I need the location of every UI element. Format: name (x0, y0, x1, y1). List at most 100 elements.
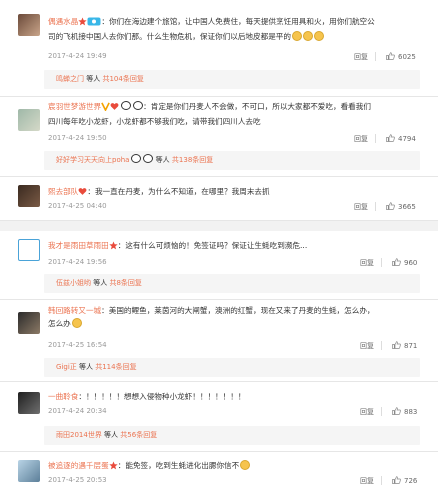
thumbs-up-icon (386, 52, 395, 60)
like-count: 883 (404, 408, 418, 416)
comment-body-line: ：！！！！！想想入侵物种小龙虾！！！！！！！ (78, 392, 246, 401)
comment-card: 被追逐的遇千层蛋 ：能免签，吃到生蚝进化出腮你信不 2017-4-25 20:53… (0, 452, 438, 500)
username-link[interactable]: 熙去部队 (48, 187, 78, 196)
heart-badge-icon (110, 102, 119, 116)
reply-button[interactable]: 回复 (354, 202, 368, 212)
reply-mid-text: 等人 (101, 431, 121, 439)
reply-summary[interactable]: 雨田2014世界 等人 共56条回复 (44, 426, 420, 445)
comment-body-line: ：能免签，吃到生蚝进化出腮你信不 (117, 461, 240, 470)
username-link[interactable]: 韩回路转又一城 (48, 306, 101, 315)
comment-body-line: ：肯定是你们丹麦人不会做，不可口，所以大家都不爱吃，看看我们 (143, 102, 371, 111)
comment-text: 偶遇水晶 ：你们在海边建个旅馆，让中国人免费住，每天提供烹饪用具和火，用你们航空公… (48, 16, 420, 43)
reply-count-link[interactable]: 共104条回复 (102, 75, 143, 83)
reply-summary[interactable]: Gigi正 等人 共114条回复 (44, 358, 420, 377)
reply-button[interactable]: 回复 (354, 52, 368, 62)
sunglasses-emoji-icon (240, 460, 251, 470)
section-gap (0, 221, 438, 231)
comment-text: 熙去部队 ：我一直在丹麦，为什么不知道，在哪里？我周末去抓 (48, 186, 420, 201)
comment-text: 韩回路转又一城：美国的鲤鱼，莱茵河的大闸蟹，澳洲的红蟹，现在又来了丹麦的生蚝，怎… (48, 305, 420, 330)
like-button[interactable]: 3665 (386, 202, 416, 211)
comment-body-line: 司的飞机接中国人去你们那。什么生物危机，保证你们以后地皮都是平的 (48, 31, 291, 41)
like-button[interactable]: 6025 (386, 52, 416, 61)
reply-summary[interactable]: 伍兹小姐哟 等人 共8条回复 (44, 274, 420, 293)
reply-user-link[interactable]: 鸣蝉之门 (56, 75, 84, 83)
comment-time: 2017-4-24 19:50 (48, 134, 107, 142)
divider (375, 134, 376, 143)
panda-emoji-icon (143, 154, 154, 163)
like-count: 871 (404, 342, 418, 350)
divider (381, 407, 382, 416)
comment-body-line: 怎么办 (48, 318, 71, 328)
thumbs-up-icon (386, 134, 395, 142)
reply-button[interactable]: 回复 (360, 258, 374, 268)
comment-time: 2017-4-25 20:53 (48, 476, 107, 484)
panda-emoji-icon (133, 101, 144, 110)
comment-card: 一曲聆食：！！！！！想想入侵物种小龙虾！！！！！！！ 2017-4-24 20:… (0, 382, 438, 452)
reply-user-link[interactable]: 好好学习天天向上poha (56, 156, 129, 164)
panda-emoji-icon (131, 154, 142, 163)
username-link[interactable]: 我才是雨田草雨田 (48, 241, 109, 250)
like-button[interactable]: 960 (392, 258, 417, 267)
thumbs-up-icon (392, 258, 401, 266)
reply-mid-text: 等人 (153, 156, 172, 164)
comment-text: 一曲聆食：！！！！！想想入侵物种小龙虾！！！！！！！ (48, 391, 420, 404)
thumbs-up-icon (392, 341, 401, 349)
username-link[interactable]: 宸羽世梦游世界 (48, 102, 101, 111)
avatar[interactable] (18, 392, 40, 414)
reply-user-link[interactable]: Gigi正 (56, 363, 77, 371)
comment-text: 被追逐的遇千层蛋 ：能免签，吃到生蚝进化出腮你信不 (48, 460, 420, 475)
username-link[interactable]: 偶遇水晶 (48, 17, 78, 26)
comment-body-line: ：这有什么可烦恼的！免签证吗？保证让生蚝吃到濒危... (117, 241, 308, 250)
username-link[interactable]: 被追逐的遇千层蛋 (48, 461, 109, 470)
reply-summary[interactable]: 好好学习天天向上poha 等人 共138条回复 (44, 151, 420, 170)
reply-button[interactable]: 回复 (360, 476, 374, 486)
reply-count-link[interactable]: 共56条回复 (120, 431, 157, 439)
panda-emoji-icon (121, 101, 132, 110)
laugh-emoji-icon (292, 30, 302, 41)
avatar[interactable] (18, 239, 40, 261)
comment-card: 韩回路转又一城：美国的鲤鱼，莱茵河的大闸蟹，澳洲的红蟹，现在又来了丹麦的生蚝，怎… (0, 300, 438, 382)
reply-user-link[interactable]: 伍兹小姐哟 (56, 279, 91, 287)
comment-text: 我才是雨田草雨田 ：这有什么可烦恼的！免签证吗？保证让生蚝吃到濒危... (48, 240, 420, 255)
like-button[interactable]: 871 (392, 341, 417, 350)
like-button[interactable]: 726 (392, 476, 417, 485)
reply-count-link[interactable]: 共114条回复 (95, 363, 136, 371)
like-count: 6025 (398, 53, 416, 61)
v-badge-icon (101, 102, 110, 116)
star-badge-icon (109, 461, 118, 475)
like-button[interactable]: 4794 (386, 134, 416, 143)
reply-mid-text: 等人 (76, 363, 96, 371)
divider (381, 341, 382, 350)
thumbs-up-icon (386, 202, 395, 210)
reply-button[interactable]: 回复 (360, 407, 374, 417)
laugh-emoji-icon (303, 30, 313, 41)
reply-button[interactable]: 回复 (354, 134, 368, 144)
reply-count-link[interactable]: 共138条回复 (172, 156, 213, 164)
avatar[interactable] (18, 14, 40, 36)
reply-count-link[interactable]: 共8条回复 (109, 279, 141, 287)
username-link[interactable]: 一曲聆食 (48, 392, 78, 401)
reply-button[interactable]: 回复 (360, 341, 374, 351)
avatar[interactable] (18, 185, 40, 207)
comment-body-line: ：你们在海边建个旅馆，让中国人免费住，每天提供烹饪用具和火，用你们航空公 (101, 17, 375, 26)
divider (375, 52, 376, 61)
like-count: 4794 (398, 135, 416, 143)
comment-time: 2017-4-24 19:49 (48, 52, 107, 60)
reply-user-link[interactable]: 雨田2014世界 (56, 431, 102, 439)
like-count: 960 (404, 259, 418, 267)
comment-time: 2017-4-25 04:40 (48, 202, 107, 210)
avatar[interactable] (18, 460, 40, 482)
avatar[interactable] (18, 312, 40, 334)
reply-mid-text: 等人 (91, 279, 110, 287)
comment-card: 偶遇水晶 ：你们在海边建个旅馆，让中国人免费住，每天提供烹饪用具和火，用你们航空公… (0, 0, 438, 97)
comment-card: 宸羽世梦游世界 ：肯定是你们丹麦人不会做，不可口，所以大家都不爱吃，看看我们 四川… (0, 97, 438, 177)
divider (381, 258, 382, 267)
like-button[interactable]: 883 (392, 407, 417, 416)
comment-text: 宸羽世梦游世界 ：肯定是你们丹麦人不会做，不可口，所以大家都不爱吃，看看我们 四川… (48, 101, 420, 128)
comment-card: 熙去部队 ：我一直在丹麦，为什么不知道，在哪里？我周末去抓 2017-4-25 0… (0, 177, 438, 221)
comment-time: 2017-4-25 16:54 (48, 341, 107, 349)
comment-body-line: ：美国的鲤鱼，莱茵河的大闸蟹，澳洲的红蟹，现在又来了丹麦的生蚝，怎么办， (101, 306, 375, 315)
like-count: 3665 (398, 203, 416, 211)
avatar[interactable] (18, 109, 40, 131)
reply-summary[interactable]: 鸣蝉之门 等人 共104条回复 (44, 70, 420, 89)
